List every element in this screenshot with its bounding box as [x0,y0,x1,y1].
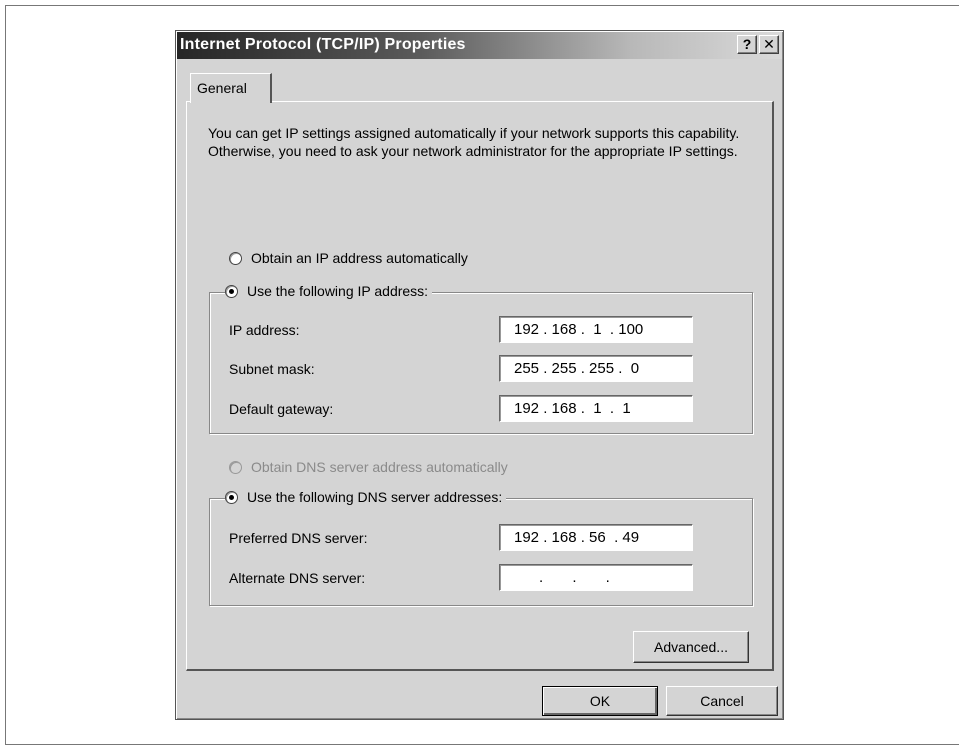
close-button[interactable]: ✕ [759,35,779,54]
subnet-mask-field[interactable]: 255 . 255 . 255 . 0 [499,355,693,382]
dialog-title: Internet Protocol (TCP/IP) Properties [180,36,466,53]
obtain-dns-auto-label: Obtain DNS server address automatically [251,459,508,475]
ip-address-field[interactable]: 192 . 168 . 1 . 100 [499,316,693,343]
intro-text: You can get IP settings assigned automat… [208,125,740,159]
use-following-ip-option[interactable]: Use the following IP address: [225,283,433,299]
obtain-dns-auto-option[interactable]: Obtain DNS server address automatically [229,459,512,475]
subnet-mask-label: Subnet mask: [229,361,315,377]
ok-button[interactable]: OK [542,686,658,716]
title-bar[interactable]: Internet Protocol (TCP/IP) Properties ? … [177,32,782,59]
obtain-ip-auto-option[interactable]: Obtain an IP address automatically [229,250,472,266]
tcpip-properties-dialog: Internet Protocol (TCP/IP) Properties ? … [175,30,784,720]
use-following-ip-radio[interactable] [225,284,238,298]
help-button[interactable]: ? [737,35,757,54]
obtain-ip-auto-label: Obtain an IP address automatically [251,250,468,266]
preferred-dns-label: Preferred DNS server: [229,530,368,546]
advanced-button[interactable]: Advanced... [633,631,749,663]
general-tab-panel: You can get IP settings assigned automat… [186,101,774,671]
use-following-dns-option[interactable]: Use the following DNS server addresses: [225,489,507,505]
tab-general[interactable]: General [190,73,272,103]
preferred-dns-field[interactable]: 192 . 168 . 56 . 49 [499,524,693,551]
alternate-dns-label: Alternate DNS server: [229,570,366,586]
default-gateway-label: Default gateway: [229,401,334,417]
use-following-dns-label: Use the following DNS server addresses: [247,489,503,505]
obtain-ip-auto-radio[interactable] [229,251,242,265]
use-following-ip-label: Use the following IP address: [247,283,429,299]
use-following-dns-radio[interactable] [225,490,238,504]
obtain-dns-auto-radio[interactable] [229,460,242,474]
ip-address-label: IP address: [229,322,300,338]
cancel-button[interactable]: Cancel [666,686,778,716]
default-gateway-field[interactable]: 192 . 168 . 1 . 1 [499,395,693,422]
alternate-dns-field[interactable]: . . . [499,564,693,591]
